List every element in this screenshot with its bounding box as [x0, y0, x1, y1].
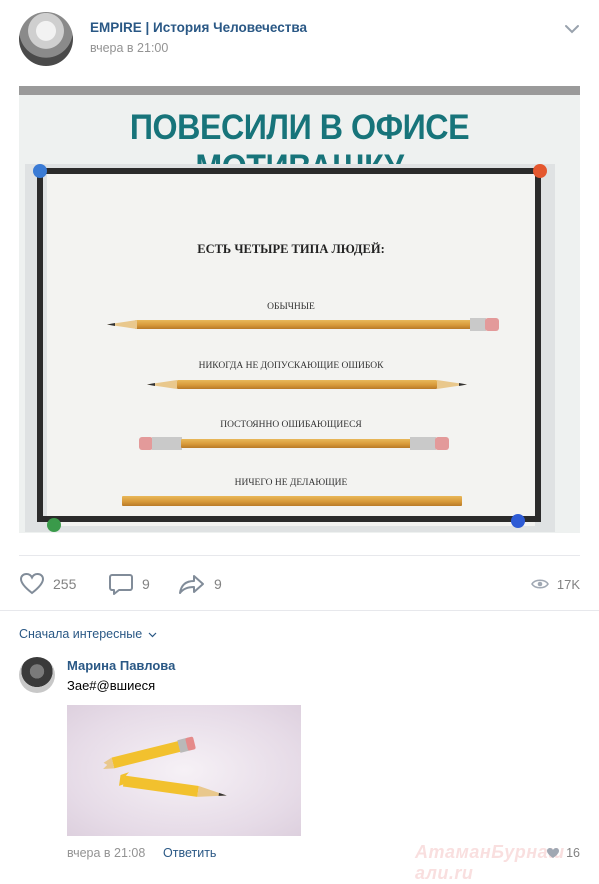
- comment-sort-dropdown[interactable]: Сначала интересные: [19, 627, 157, 641]
- comment-author[interactable]: Марина Павлова: [67, 658, 175, 673]
- share-count: 9: [214, 576, 222, 592]
- pencil-tip: [437, 380, 467, 389]
- frame-top: [41, 168, 541, 174]
- comment-like-count: 16: [566, 846, 580, 860]
- post-author[interactable]: EMPIRE | История Человечества: [90, 20, 307, 35]
- share-icon: [179, 575, 204, 594]
- chevron-down-icon[interactable]: [564, 24, 580, 34]
- comment-count: 9: [142, 576, 150, 592]
- pencil-normal: [135, 320, 480, 329]
- image-top-bar: [19, 86, 580, 95]
- comment-button[interactable]: 9: [108, 572, 150, 596]
- pin-icon: [33, 164, 47, 178]
- community-avatar[interactable]: [19, 12, 73, 66]
- like-button[interactable]: 255: [19, 572, 76, 596]
- heart-icon: [547, 848, 560, 858]
- pin-icon: [511, 514, 525, 528]
- chevron-down-icon: [148, 632, 157, 638]
- poster-sheet: ЕСТЬ ЧЕТЫРЕ ТИПА ЛЮДЕЙ: ОБЫЧНЫЕ НИКОГДА …: [47, 174, 535, 526]
- poster-label: НИЧЕГО НЕ ДЕЛАЮЩИЕ: [234, 478, 348, 488]
- pin-icon: [47, 518, 61, 532]
- share-button[interactable]: 9: [178, 572, 222, 596]
- pencil-ferrule: [152, 437, 182, 450]
- pencil-ferrule: [470, 318, 486, 331]
- comment-icon: [109, 574, 133, 595]
- views: 17K: [530, 572, 580, 596]
- pencil-ferrule: [410, 437, 436, 450]
- poster-label: ОБЫЧНЫЕ: [267, 302, 315, 312]
- broken-pencil-illustration: [103, 736, 227, 797]
- poster-label: НИКОГДА НЕ ДОПУСКАЮЩИЕ ОШИБОК: [198, 361, 384, 371]
- heart-icon: [19, 572, 45, 595]
- comment-time[interactable]: вчера в 21:08: [67, 846, 145, 860]
- divider: [0, 610, 599, 611]
- frame-right: [535, 168, 541, 522]
- pencil-tip: [147, 380, 177, 389]
- reply-button[interactable]: Ответить: [163, 846, 216, 860]
- like-count: 255: [53, 576, 77, 592]
- poster-label: ПОСТОЯННО ОШИБАЮЩИЕСЯ: [220, 420, 362, 430]
- pencil-no-mistakes: [177, 380, 437, 389]
- pencil-always-mistakes: [181, 439, 411, 448]
- eye-icon: [530, 579, 549, 589]
- pencil-eraser: [485, 318, 499, 331]
- pencil-eraser: [435, 437, 449, 450]
- view-count: 17K: [556, 576, 580, 592]
- pencil-eraser: [139, 437, 153, 450]
- comment-text: Зае#@вшиеся: [67, 678, 156, 693]
- pencil-tip: [107, 320, 137, 329]
- frame-left: [37, 168, 43, 522]
- pencil-doing-nothing: [122, 496, 462, 506]
- post-time[interactable]: вчера в 21:00: [90, 41, 168, 55]
- frame-bottom: [41, 516, 541, 522]
- post-image[interactable]: ПОВЕСИЛИ В ОФИСЕ МОТИВАШКУ ЕСТЬ ЧЕТЫРЕ Т…: [19, 86, 580, 533]
- pin-icon: [533, 164, 547, 178]
- poster: ЕСТЬ ЧЕТЫРЕ ТИПА ЛЮДЕЙ: ОБЫЧНЫЕ НИКОГДА …: [25, 164, 555, 532]
- poster-heading: ЕСТЬ ЧЕТЫРЕ ТИПА ЛЮДЕЙ:: [197, 242, 385, 256]
- comment-like-button[interactable]: 16: [546, 846, 580, 860]
- divider: [19, 555, 580, 556]
- avatar[interactable]: [19, 657, 55, 693]
- comment-image[interactable]: [67, 705, 301, 836]
- sort-label: Сначала интересные: [19, 627, 143, 641]
